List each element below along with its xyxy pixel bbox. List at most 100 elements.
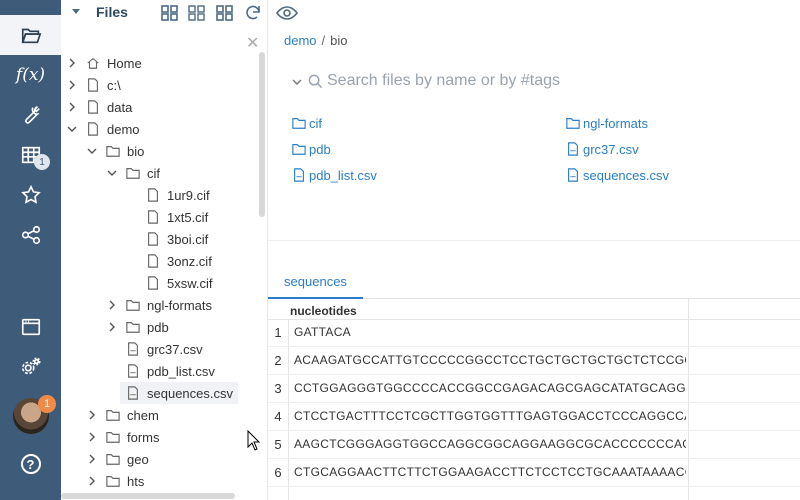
tab-sequences[interactable]: sequences bbox=[268, 268, 363, 299]
folder-open-icon[interactable] bbox=[0, 15, 61, 55]
help-icon[interactable]: ? bbox=[0, 444, 61, 484]
table-cell[interactable]: CTCCTGACTTTCCTCGCTTGGTGGTTTGAGTGGACCTCCC… bbox=[294, 409, 686, 423]
file-item-sequences[interactable]: sequences.csv bbox=[566, 165, 669, 185]
tree-node-sequences[interactable]: sequences.csv bbox=[120, 382, 238, 404]
file-icon bbox=[148, 188, 158, 202]
chevron-right-icon[interactable] bbox=[67, 102, 77, 112]
search-bar[interactable]: Search files by name or by #tags bbox=[292, 71, 592, 93]
file-item-ngl-formats[interactable]: ngl-formats bbox=[566, 113, 648, 133]
tree-node-1xt5[interactable]: 1xt5.cif bbox=[61, 206, 261, 228]
tree-node-label: 1xt5.cif bbox=[167, 209, 209, 225]
table-row[interactable]: 5 AAGCTCGGGAGGTGGCCAGGCGGCAGGAAGGCGCACCC… bbox=[268, 431, 800, 459]
file-item-cif[interactable]: cif bbox=[292, 113, 322, 133]
tree-node-hts[interactable]: hts bbox=[61, 470, 261, 492]
breadcrumb-demo[interactable]: demo bbox=[284, 33, 317, 48]
tree-node-bio[interactable]: bio bbox=[61, 140, 261, 162]
chevron-down-icon[interactable] bbox=[107, 168, 117, 178]
chevron-right-icon[interactable] bbox=[67, 58, 77, 68]
gears-icon[interactable] bbox=[0, 347, 61, 387]
table-cell[interactable]: CTGCAGGAACTTCTTCTGGAAGACCTTCTCCTCCTGCAAA… bbox=[294, 465, 686, 479]
chevron-right-icon[interactable] bbox=[87, 410, 97, 420]
collapse-caret-icon[interactable] bbox=[71, 7, 81, 17]
tree-node-grc37[interactable]: grc37.csv bbox=[61, 338, 261, 360]
chevron-right-icon[interactable] bbox=[107, 322, 117, 332]
function-icon[interactable]: f(x) bbox=[0, 55, 61, 95]
tree-node-ngl-formats[interactable]: ngl-formats bbox=[61, 294, 261, 316]
table-row[interactable]: 2 ACAAGATGCCATTGTCCCCCGGCCTCCTGCTGCTGCTG… bbox=[268, 347, 800, 375]
share-icon[interactable] bbox=[0, 215, 61, 255]
chevron-down-icon[interactable] bbox=[292, 77, 302, 87]
file-item-pdb-list[interactable]: pdb_list.csv bbox=[292, 165, 377, 185]
eye-icon[interactable] bbox=[276, 3, 298, 23]
tree-header: Files bbox=[61, 0, 267, 26]
tree-node-label: ngl-formats bbox=[147, 297, 213, 313]
table-row[interactable]: 1 GATTACA bbox=[268, 319, 800, 347]
chevron-right-icon[interactable] bbox=[87, 454, 97, 464]
column-header-nucleotides[interactable]: nucleotides bbox=[290, 304, 357, 318]
chevron-down-icon[interactable] bbox=[67, 124, 77, 134]
tree-node-home[interactable]: Home bbox=[61, 52, 261, 74]
chevron-right-icon[interactable] bbox=[87, 476, 97, 486]
file-icon bbox=[88, 122, 98, 136]
close-icon[interactable]: ✕ bbox=[246, 33, 259, 53]
star-icon[interactable] bbox=[0, 175, 61, 215]
window-icon[interactable] bbox=[0, 307, 61, 347]
chevron-right-icon[interactable] bbox=[107, 300, 117, 310]
tree-node-1ur9[interactable]: 1ur9.cif bbox=[61, 184, 261, 206]
user-menu[interactable]: 1 bbox=[0, 395, 61, 437]
refresh-icon[interactable] bbox=[243, 3, 263, 23]
table-cell[interactable]: AAGCTCGGGAGGTGGCCAGGCGGCAGGAAGGCGCACCCCC… bbox=[294, 437, 686, 451]
tree-node-c-drive[interactable]: c:\ bbox=[61, 74, 261, 96]
tree-node-forms[interactable]: forms bbox=[61, 426, 261, 448]
tree-node-label: geo bbox=[127, 451, 149, 467]
tree-node-chem[interactable]: chem bbox=[61, 404, 261, 426]
csv-icon bbox=[128, 386, 138, 400]
tree-horizontal-scrollbar[interactable] bbox=[61, 493, 235, 499]
breadcrumb-bio[interactable]: bio bbox=[330, 33, 347, 48]
tree-vertical-scrollbar[interactable] bbox=[259, 52, 265, 217]
folder-icon bbox=[106, 146, 120, 157]
tree-node-label: hts bbox=[127, 473, 145, 489]
file-item-grc37[interactable]: grc37.csv bbox=[566, 139, 639, 159]
table-cell[interactable]: CCTGGAGGGTGGCCCCACCGGCCGAGACAGCGAGCATATG… bbox=[294, 381, 686, 395]
small-grid-view-icon[interactable] bbox=[187, 3, 207, 23]
grid-view-icon[interactable] bbox=[160, 3, 180, 23]
search-input[interactable]: Search files by name or by #tags bbox=[327, 72, 560, 90]
row-number: 4 bbox=[274, 409, 282, 424]
table-row[interactable]: 4 CTCCTGACTTTCCTCGCTTGGTGGTTTGAGTGGACCTC… bbox=[268, 403, 800, 431]
tree-node-5xsw[interactable]: 5xsw.cif bbox=[61, 272, 261, 294]
table-cell[interactable]: GATTACA bbox=[294, 325, 686, 339]
file-icon bbox=[148, 254, 158, 268]
csv-icon bbox=[294, 168, 304, 182]
file-icon bbox=[148, 232, 158, 246]
data-grid[interactable]: nucleotides 1 GATTACA 2 ACAAGATGCCATTGTC… bbox=[268, 299, 800, 500]
tree-node-label: forms bbox=[127, 429, 160, 445]
preview-tabs: sequences bbox=[268, 268, 800, 299]
tiles-view-icon[interactable] bbox=[215, 3, 235, 23]
tree-node-label: data bbox=[107, 99, 133, 115]
tree-node-cif[interactable]: cif bbox=[61, 162, 261, 184]
table-row[interactable]: 6 CTGCAGGAACTTCTTCTGGAAGACCTTCTCCTCCTGCA… bbox=[268, 459, 800, 487]
tree-node-geo[interactable]: geo bbox=[61, 448, 261, 470]
tree-node-pdb[interactable]: pdb bbox=[61, 316, 261, 338]
table-row[interactable]: 3 CCTGGAGGGTGGCCCCACCGGCCGAGACAGCGAGCATA… bbox=[268, 375, 800, 403]
chevron-down-icon[interactable] bbox=[87, 146, 97, 156]
divider bbox=[268, 240, 800, 241]
table-cell[interactable]: ACAAGATGCCATTGTCCCCCGGCCTCCTGCTGCTGCTGCT… bbox=[294, 353, 686, 367]
tree-node-3boi[interactable]: 3boi.cif bbox=[61, 228, 261, 250]
file-icon bbox=[148, 276, 158, 290]
file-item-label: cif bbox=[309, 115, 322, 131]
chevron-right-icon[interactable] bbox=[87, 432, 97, 442]
file-item-pdb[interactable]: pdb bbox=[292, 139, 331, 159]
tree-node-label: 5xsw.cif bbox=[167, 275, 213, 291]
tree-node-data[interactable]: data bbox=[61, 96, 261, 118]
tree-node-pdb-list[interactable]: pdb_list.csv bbox=[61, 360, 261, 382]
tree-node-demo[interactable]: demo bbox=[61, 118, 261, 140]
table-icon[interactable]: 1 bbox=[0, 135, 61, 175]
chevron-right-icon[interactable] bbox=[67, 80, 77, 90]
wrench-icon[interactable] bbox=[0, 95, 61, 135]
tree-node-3onz[interactable]: 3onz.cif bbox=[61, 250, 261, 272]
folder-icon bbox=[566, 118, 580, 129]
row-number: 6 bbox=[274, 465, 282, 480]
file-item-label: ngl-formats bbox=[583, 115, 649, 131]
